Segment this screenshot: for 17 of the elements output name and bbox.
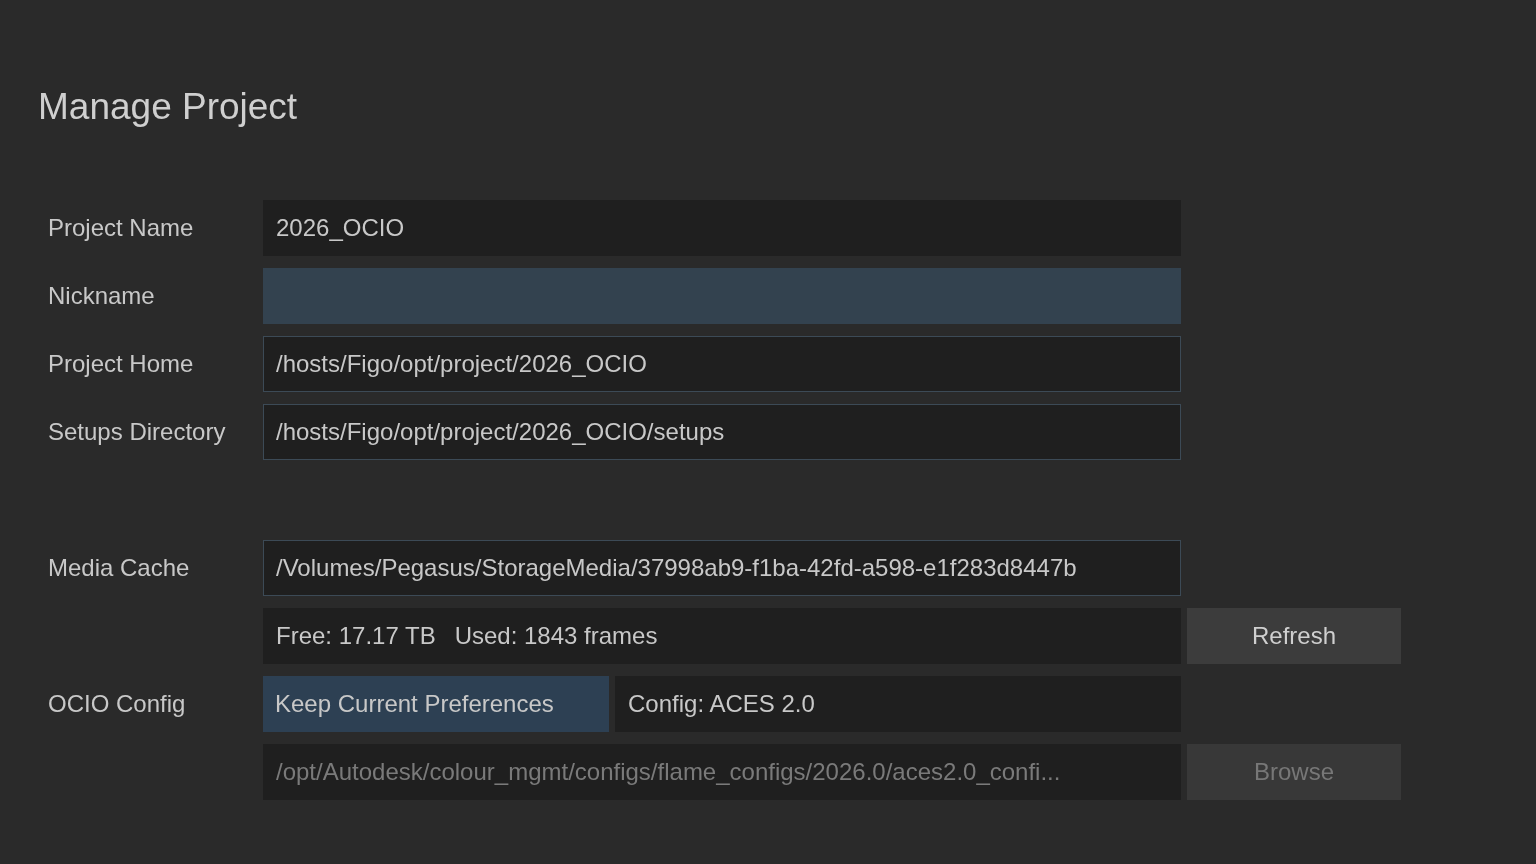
field-label: OCIO Config <box>47 690 187 718</box>
field-label: Project Name <box>47 214 195 242</box>
field-label: Project Home <box>47 350 195 378</box>
text-field[interactable]: /hosts/Figo/opt/project/2026_OCIO/setups <box>263 404 1181 460</box>
text-field[interactable]: /hosts/Figo/opt/project/2026_OCIO <box>263 336 1181 392</box>
config-name-text: Config: ACES 2.0 <box>615 676 1181 732</box>
dialog-title: Manage Project <box>38 85 299 129</box>
free-space-text: Free: 17.17 TB <box>276 622 436 650</box>
refresh-button[interactable]: Refresh <box>1187 608 1401 664</box>
field-label: Setups Directory <box>47 418 227 446</box>
preferences-mode-button[interactable]: Keep Current Preferences <box>263 676 609 732</box>
used-frames-text: Used: 1843 frames <box>454 622 658 650</box>
text-field[interactable] <box>263 268 1181 324</box>
media-cache-field[interactable]: /Volumes/Pegasus/StorageMedia/37998ab9-f1ba-42fd-a598-e1f283d8447b <box>263 540 1181 596</box>
field-label: Nickname <box>47 282 156 310</box>
text-field[interactable]: 2026_OCIO <box>263 200 1181 256</box>
field-label: Media Cache <box>47 554 191 582</box>
